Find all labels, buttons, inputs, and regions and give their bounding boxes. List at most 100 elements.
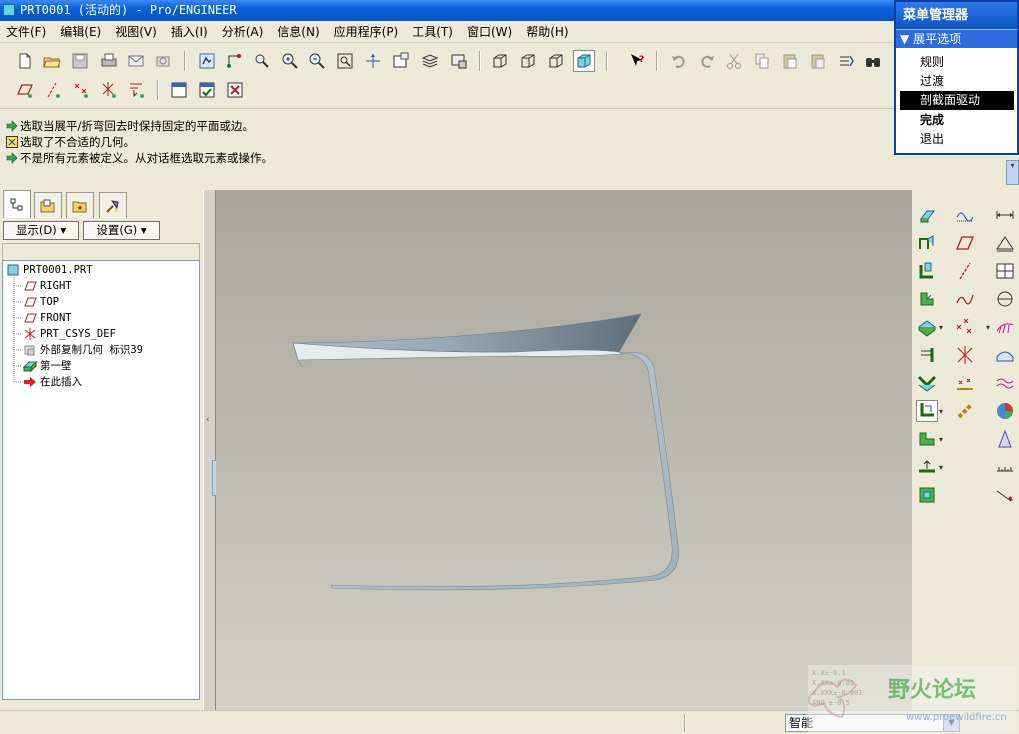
flatten-feature-icon[interactable]	[916, 400, 938, 422]
search-binoculars-icon[interactable]	[862, 50, 884, 72]
tab-model-tree[interactable]	[3, 190, 31, 218]
color-analysis-icon[interactable]	[994, 400, 1016, 422]
chevron-down-icon[interactable]: ▾	[939, 463, 943, 472]
curve-analysis-icon[interactable]	[994, 316, 1016, 338]
settings-dropdown[interactable]: 设置(G) ▾	[83, 221, 160, 240]
annotation-display-icon[interactable]	[126, 79, 148, 101]
graphics-window[interactable]	[216, 190, 912, 710]
regenerate-icon[interactable]	[196, 50, 218, 72]
tree-item-top[interactable]: TOP	[23, 295, 59, 309]
view-manager-icon[interactable]	[448, 50, 470, 72]
feature-i-icon[interactable]	[916, 456, 938, 478]
menu-manager-section[interactable]: ▼ 展平选项	[896, 29, 1017, 48]
datum-axis-tool-icon[interactable]	[954, 260, 976, 282]
feature-b-icon[interactable]	[916, 232, 938, 254]
refit-icon[interactable]	[334, 50, 356, 72]
menu-tools[interactable]: 工具(T)	[406, 21, 461, 43]
menu-item-section-driven[interactable]: 剖截面驱动	[900, 91, 1014, 110]
menu-help[interactable]: 帮助(H)	[520, 21, 576, 43]
table-icon[interactable]	[994, 260, 1016, 282]
offset-analysis-icon[interactable]	[994, 372, 1016, 394]
surface-analysis-icon[interactable]	[994, 344, 1016, 366]
ok-window-icon[interactable]	[196, 79, 218, 101]
chain-icon[interactable]	[954, 400, 976, 422]
saved-views-icon[interactable]	[390, 50, 412, 72]
wireframe-icon[interactable]	[489, 50, 511, 72]
feature-d-icon[interactable]	[916, 288, 938, 310]
sketch-icon[interactable]	[954, 204, 976, 226]
send-mail-icon[interactable]	[125, 50, 147, 72]
datum-point-display-icon[interactable]	[70, 79, 92, 101]
csys-display-icon[interactable]	[98, 79, 120, 101]
context-help-icon[interactable]: ?	[626, 50, 648, 72]
collapse-arrow-icon[interactable]: ‹	[206, 415, 213, 433]
regenerate-model-icon[interactable]	[835, 50, 857, 72]
send-link-icon[interactable]	[152, 50, 174, 72]
chevron-down-icon[interactable]: ▾	[939, 407, 943, 416]
tab-connections[interactable]	[99, 192, 127, 218]
reorient-icon[interactable]	[362, 50, 384, 72]
tree-item-copy-geometry[interactable]: 外部复制几何 标识39	[23, 343, 143, 357]
diameter-icon[interactable]	[994, 288, 1016, 310]
menu-edit[interactable]: 编辑(E)	[54, 21, 109, 43]
layers-icon[interactable]	[419, 50, 441, 72]
dimension-probe-icon[interactable]	[994, 484, 1016, 506]
model-tree-items-icon[interactable]	[223, 50, 245, 72]
menu-item-quit[interactable]: 退出	[900, 130, 1014, 149]
undo-icon[interactable]	[668, 50, 690, 72]
chevron-down-icon[interactable]: ▾	[986, 323, 990, 332]
feature-j-icon[interactable]	[916, 484, 938, 506]
menu-item-transition[interactable]: 过渡	[900, 72, 1014, 91]
draft-analysis-icon[interactable]	[994, 428, 1016, 450]
save-icon[interactable]	[69, 50, 91, 72]
menu-analysis[interactable]: 分析(A)	[216, 21, 272, 43]
menu-view[interactable]: 视图(V)	[109, 21, 165, 43]
panel-splitter[interactable]: ‹	[203, 190, 217, 710]
menu-file[interactable]: 文件(F)	[0, 21, 54, 43]
ruler-icon[interactable]	[994, 456, 1016, 478]
menu-item-done[interactable]: 完成	[900, 111, 1014, 130]
datum-plane-tool-icon[interactable]	[954, 232, 976, 254]
hidden-line-icon[interactable]	[517, 50, 539, 72]
copy-icon[interactable]	[751, 50, 773, 72]
menu-item-rule[interactable]: 规则	[900, 53, 1014, 72]
tab-favorites[interactable]	[66, 192, 94, 218]
zoom-out-icon[interactable]	[306, 50, 328, 72]
tree-item-insert-here[interactable]: 在此插入	[23, 375, 82, 389]
new-file-icon[interactable]	[14, 50, 36, 72]
tree-item-front[interactable]: FRONT	[23, 311, 72, 325]
analysis-feature-icon[interactable]	[954, 372, 976, 394]
print-icon[interactable]	[98, 50, 120, 72]
datum-point-tool-icon[interactable]	[954, 316, 976, 338]
feature-c-icon[interactable]	[916, 260, 938, 282]
scroll-down-icon[interactable]: ▾	[1006, 160, 1019, 185]
close-window-icon[interactable]	[224, 79, 246, 101]
menu-window[interactable]: 窗口(W)	[461, 21, 520, 43]
menu-info[interactable]: 信息(N)	[271, 21, 327, 43]
tab-folder-browser[interactable]	[34, 192, 62, 218]
triangle-measure-icon[interactable]	[994, 232, 1016, 254]
dimension-icon[interactable]	[994, 204, 1016, 226]
menu-insert[interactable]: 插入(I)	[165, 21, 216, 43]
feature-h-icon[interactable]	[916, 428, 938, 450]
no-hidden-icon[interactable]	[545, 50, 567, 72]
csys-tool-icon[interactable]	[954, 344, 976, 366]
window-layout-icon[interactable]	[168, 79, 190, 101]
menu-applications[interactable]: 应用程序(P)	[328, 21, 407, 43]
feature-a-icon[interactable]	[916, 204, 938, 226]
open-file-icon[interactable]	[41, 50, 63, 72]
zoom-in-icon[interactable]	[279, 50, 301, 72]
datum-axis-display-icon[interactable]	[42, 79, 64, 101]
find-icon[interactable]	[251, 50, 273, 72]
show-dropdown[interactable]: 显示(D) ▾	[3, 221, 79, 240]
feature-f-icon[interactable]	[916, 344, 938, 366]
chevron-down-icon[interactable]: ▾	[939, 435, 943, 444]
redo-icon[interactable]	[696, 50, 718, 72]
datum-curve-tool-icon[interactable]	[954, 288, 976, 310]
paste-special-icon[interactable]	[807, 50, 829, 72]
shading-icon[interactable]	[573, 50, 595, 72]
feature-e-icon[interactable]	[916, 316, 938, 338]
cut-icon[interactable]	[723, 50, 745, 72]
paste-icon[interactable]	[779, 50, 801, 72]
chevron-down-icon[interactable]: ▾	[939, 323, 943, 332]
